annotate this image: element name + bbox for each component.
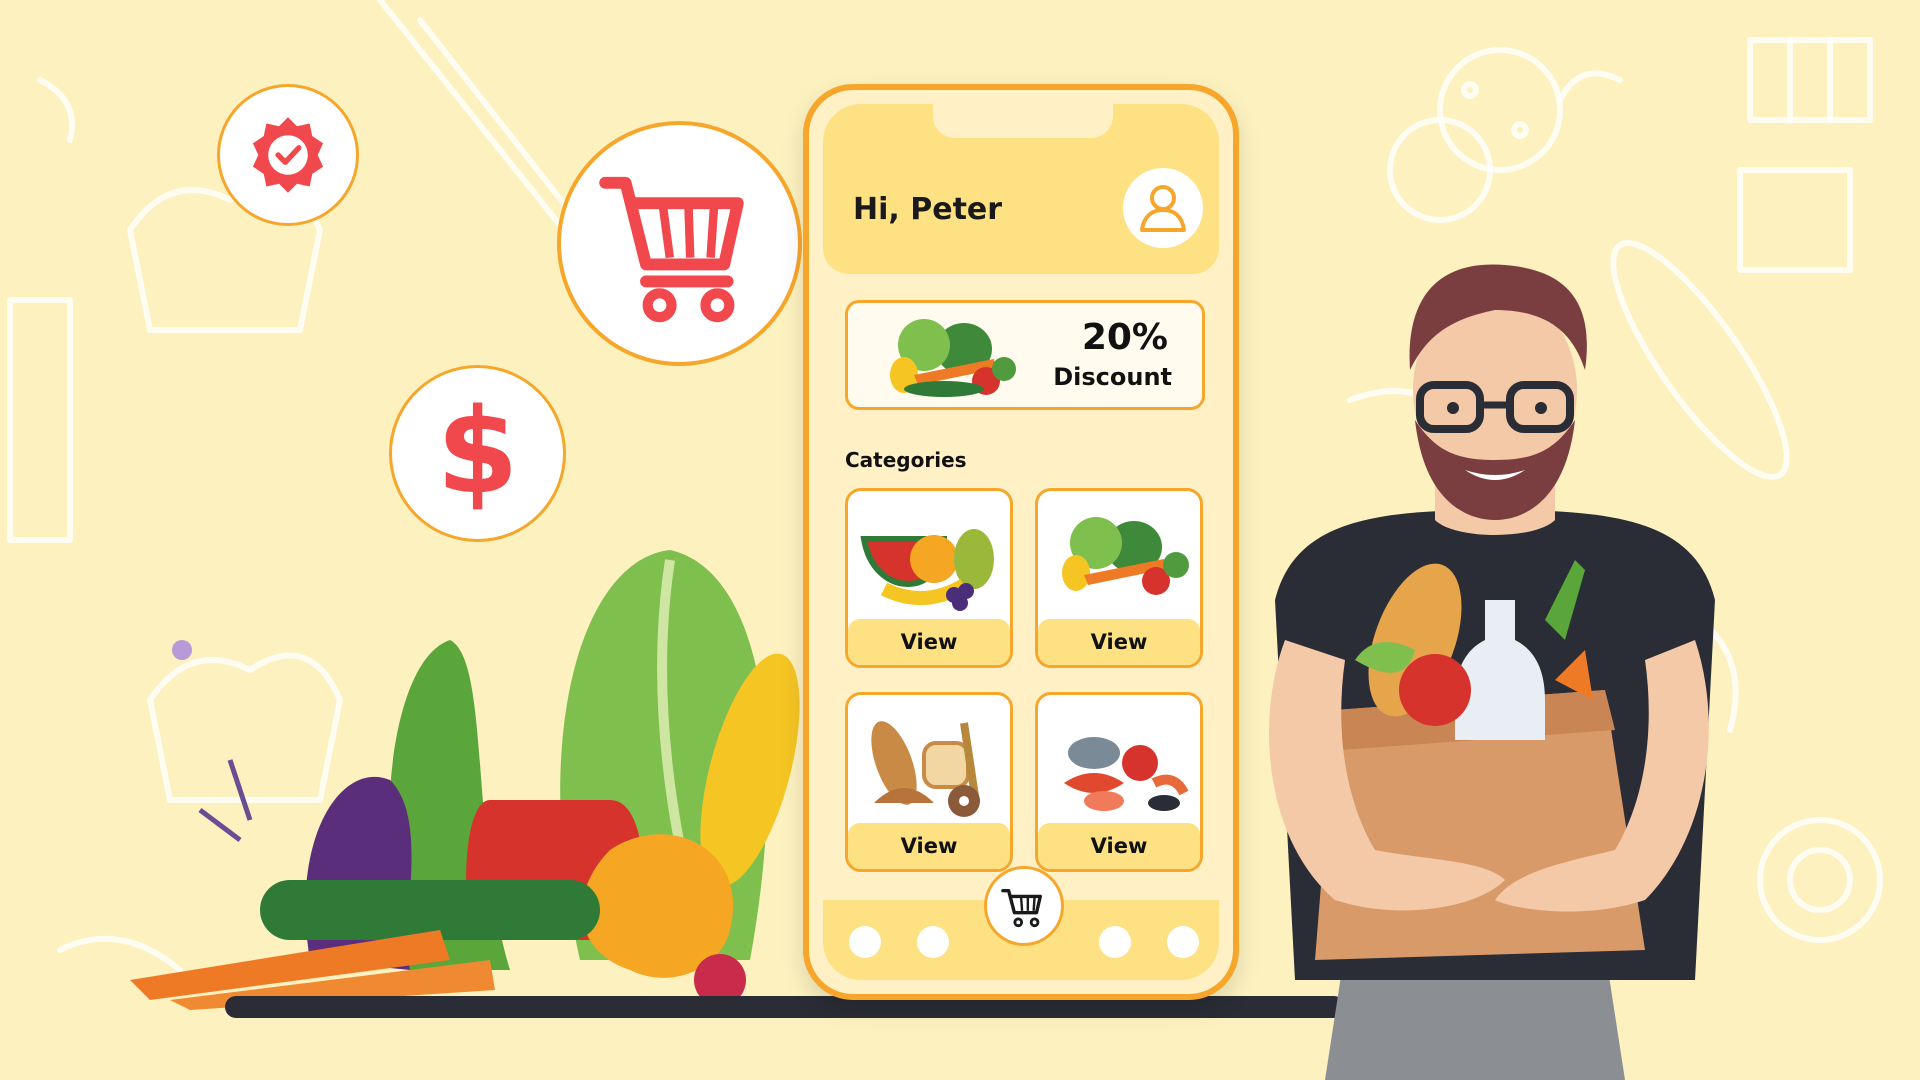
- bottom-navigation: [823, 866, 1219, 980]
- verified-badge-icon: [252, 117, 324, 193]
- discount-percent: 20%: [1081, 317, 1168, 358]
- category-card-bakery[interactable]: View: [845, 692, 1013, 872]
- view-button[interactable]: View: [848, 823, 1010, 869]
- view-button[interactable]: View: [1038, 619, 1200, 665]
- greeting-text: Hi, Peter: [853, 192, 1003, 227]
- cart-icon: [1001, 888, 1042, 928]
- profile-avatar[interactable]: [1123, 168, 1203, 248]
- dollar-badge: $: [389, 365, 566, 542]
- category-card-vegetables[interactable]: View: [1035, 488, 1203, 668]
- verified-badge: [217, 84, 359, 226]
- user-icon: [1140, 185, 1186, 232]
- seafood-image: [1064, 737, 1189, 811]
- person-with-groceries-illustration: [1269, 264, 1715, 1080]
- nav-item-4[interactable]: [1167, 926, 1199, 958]
- view-button[interactable]: View: [848, 619, 1010, 665]
- category-card-fruits[interactable]: View: [845, 488, 1013, 668]
- nav-cart-button[interactable]: [984, 866, 1064, 946]
- view-button[interactable]: View: [1038, 823, 1200, 869]
- nav-item-3[interactable]: [1099, 926, 1131, 958]
- vegetables-illustration: [130, 550, 800, 1010]
- cart-badge: [557, 121, 802, 366]
- phone-screen: Hi, Peter 20% Discount Categories View V…: [823, 104, 1219, 980]
- vegetables-banner-image: [890, 319, 1016, 397]
- dollar-icon: $: [436, 381, 519, 520]
- vegetables-image: [1062, 517, 1189, 595]
- discount-label: Discount: [1053, 363, 1172, 391]
- phone-notch: [933, 104, 1113, 138]
- discount-banner[interactable]: 20% Discount: [845, 300, 1205, 410]
- category-card-seafood[interactable]: View: [1035, 692, 1203, 872]
- categories-heading: Categories: [845, 448, 967, 472]
- fruits-image: [860, 529, 994, 611]
- app-header: Hi, Peter: [823, 104, 1219, 274]
- nav-item-2[interactable]: [917, 926, 949, 958]
- phone-mockup: Hi, Peter 20% Discount Categories View V…: [803, 84, 1239, 1000]
- bakery-image: [871, 721, 980, 817]
- shopping-cart-icon: [598, 176, 744, 322]
- nav-item-1[interactable]: [849, 926, 881, 958]
